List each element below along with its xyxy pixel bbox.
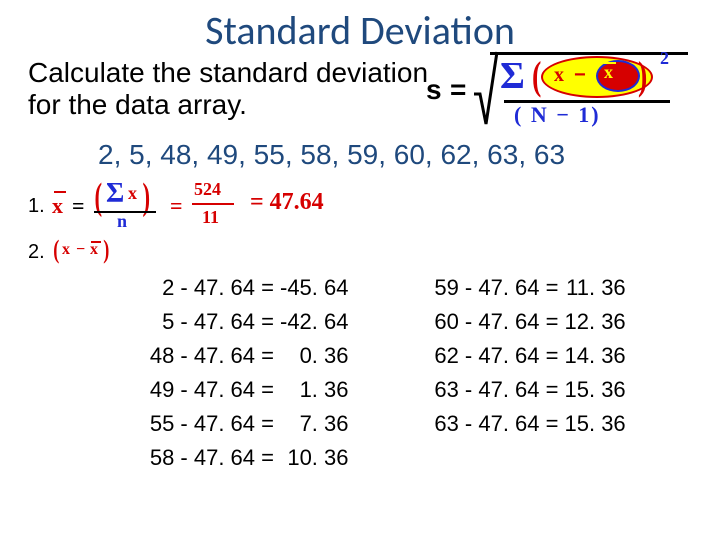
step-2-number: 2. bbox=[28, 241, 52, 264]
calc-res: -45. 64 bbox=[280, 271, 399, 305]
calc-res: 0. 36 bbox=[280, 339, 399, 373]
calc-lhs: 48 - 47. 64 = bbox=[124, 339, 280, 373]
calc-row: 55 - 47. 64 = 7. 36 63 - 47. 64 = 15. 36 bbox=[124, 407, 626, 441]
formula-xbar: x bbox=[604, 62, 613, 83]
calc-lhs2: 63 - 47. 64 = bbox=[399, 373, 565, 407]
calc-lhs: 58 - 47. 64 = bbox=[124, 441, 280, 475]
calc-res2: 12. 36 bbox=[565, 305, 626, 339]
s2-paren-open: ( bbox=[53, 235, 59, 265]
calc-res: -42. 64 bbox=[280, 305, 399, 339]
calc-lhs2: 60 - 47. 64 = bbox=[399, 305, 565, 339]
formula-minus: − bbox=[574, 64, 586, 87]
calc-lhs: 55 - 47. 64 = bbox=[124, 407, 280, 441]
calc-row: 2 - 47. 64 = -45. 64 59 - 47. 64 = 11. 3… bbox=[124, 271, 626, 305]
s1-eq1: = bbox=[72, 193, 85, 219]
s1-eq2: = bbox=[170, 193, 183, 219]
calc-res: 7. 36 bbox=[280, 407, 399, 441]
s1-denominator: 11 bbox=[202, 207, 219, 228]
subtitle-text: Calculate the standard deviation for the… bbox=[28, 57, 448, 121]
paren-open: ( bbox=[532, 52, 541, 99]
calc-lhs2: 63 - 47. 64 = bbox=[399, 407, 565, 441]
calc-row: 49 - 47. 64 = 1. 36 63 - 47. 64 = 15. 36 bbox=[124, 373, 626, 407]
step-1-formula: x = ( Σ x ) n = 524 11 = 47.64 bbox=[52, 179, 372, 233]
s2-paren-close: ) bbox=[103, 235, 109, 265]
calc-lhs: 49 - 47. 64 = bbox=[124, 373, 280, 407]
calc-row: 48 - 47. 64 = 0. 36 62 - 47. 64 = 14. 36 bbox=[124, 339, 626, 373]
calc-lhs2: 62 - 47. 64 = bbox=[399, 339, 565, 373]
calc-res2: 11. 36 bbox=[565, 271, 626, 305]
calc-res2: 14. 36 bbox=[565, 339, 626, 373]
calc-res2 bbox=[565, 441, 626, 475]
calc-lhs2: 59 - 47. 64 = bbox=[399, 271, 565, 305]
calc-row: 58 - 47. 64 = 10. 36 bbox=[124, 441, 626, 475]
formula-denom: ( N − 1) bbox=[514, 102, 601, 128]
paren-close: ) bbox=[638, 52, 647, 99]
slide: Standard Deviation Calculate the standar… bbox=[0, 0, 720, 540]
formula-eq: = bbox=[450, 74, 466, 106]
calc-lhs: 5 - 47. 64 = bbox=[124, 305, 280, 339]
ellipse-red bbox=[596, 60, 640, 92]
s1-result: = 47.64 bbox=[250, 189, 324, 216]
s2-xbar: x bbox=[90, 241, 98, 259]
s1-sigma-icon: Σ bbox=[106, 178, 124, 210]
step-1: 1. x = ( Σ x ) n = 524 11 = 47.64 bbox=[28, 179, 692, 233]
data-array: 2, 5, 48, 49, 55, 58, 59, 60, 62, 63, 63 bbox=[98, 139, 692, 171]
s1-fraction-bar-2 bbox=[192, 203, 234, 205]
calc-grid: 2 - 47. 64 = -45. 64 59 - 47. 64 = 11. 3… bbox=[124, 271, 692, 475]
formula-s: s bbox=[426, 74, 442, 106]
s1-x: x bbox=[128, 183, 137, 204]
sd-formula: s = Σ ( x − x ) 2 ( N − 1) bbox=[426, 44, 696, 134]
calc-lhs2 bbox=[399, 441, 565, 475]
s1-numerator: 524 bbox=[194, 179, 221, 200]
steps-block: 1. x = ( Σ x ) n = 524 11 = 47.64 2. ( bbox=[28, 179, 692, 265]
s1-xbar: x bbox=[52, 193, 63, 219]
calc-res: 10. 36 bbox=[280, 441, 399, 475]
step-1-number: 1. bbox=[28, 195, 52, 218]
calc-res: 1. 36 bbox=[280, 373, 399, 407]
s2-minus: − bbox=[76, 241, 85, 259]
step-2-formula: ( x − x ) bbox=[52, 239, 132, 265]
s2-x: x bbox=[62, 241, 70, 259]
calc-row: 5 - 47. 64 = -42. 64 60 - 47. 64 = 12. 3… bbox=[124, 305, 626, 339]
calc-res2: 15. 36 bbox=[565, 407, 626, 441]
calc-res2: 15. 36 bbox=[565, 373, 626, 407]
formula-squared: 2 bbox=[660, 48, 669, 69]
calc-lhs: 2 - 47. 64 = bbox=[124, 271, 280, 305]
sigma-icon: Σ bbox=[500, 54, 525, 98]
radical-icon bbox=[472, 50, 498, 128]
s1-n: n bbox=[117, 211, 127, 232]
formula-x: x bbox=[554, 64, 564, 87]
step-2: 2. ( x − x ) bbox=[28, 239, 692, 265]
